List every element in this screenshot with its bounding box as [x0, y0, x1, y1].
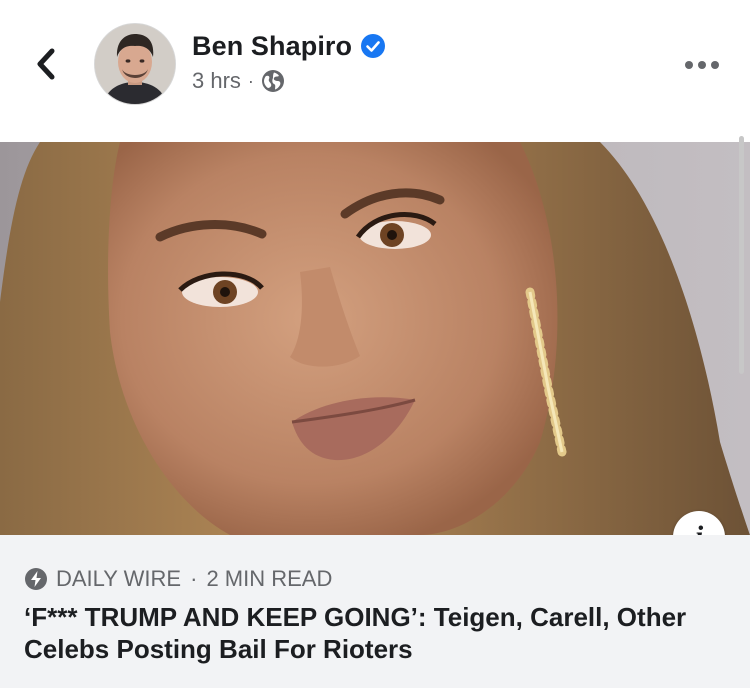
- author-avatar[interactable]: [95, 24, 175, 104]
- back-button[interactable]: [30, 44, 64, 84]
- more-horizontal-icon: [685, 61, 719, 69]
- lightning-bolt-icon: [25, 568, 47, 590]
- link-source-line: DAILY WIRE · 2 MIN READ: [24, 566, 332, 592]
- source-separator: ·: [190, 566, 198, 591]
- verified-badge-icon: [361, 34, 386, 58]
- more-options-button[interactable]: [684, 55, 720, 75]
- post-header: Ben Shapiro 3 hrs ·: [0, 0, 750, 142]
- meta-separator: ·: [247, 70, 254, 91]
- link-headline[interactable]: ‘F*** TRUMP AND KEEP GOING’: Teigen, Car…: [24, 601, 724, 665]
- chevron-left-icon: [37, 48, 55, 80]
- scrollbar[interactable]: [739, 136, 744, 374]
- read-time: 2 MIN READ: [206, 566, 333, 591]
- post-timestamp[interactable]: 3 hrs: [192, 68, 241, 94]
- link-source: DAILY WIRE: [56, 566, 182, 591]
- link-preview-image[interactable]: [0, 142, 750, 535]
- post-meta: 3 hrs ·: [192, 68, 285, 94]
- globe-icon[interactable]: [261, 69, 285, 93]
- author-name[interactable]: Ben Shapiro: [192, 31, 352, 62]
- author-line: Ben Shapiro: [192, 28, 386, 64]
- link-card[interactable]: DAILY WIRE · 2 MIN READ ‘F*** TRUMP AND …: [0, 535, 750, 688]
